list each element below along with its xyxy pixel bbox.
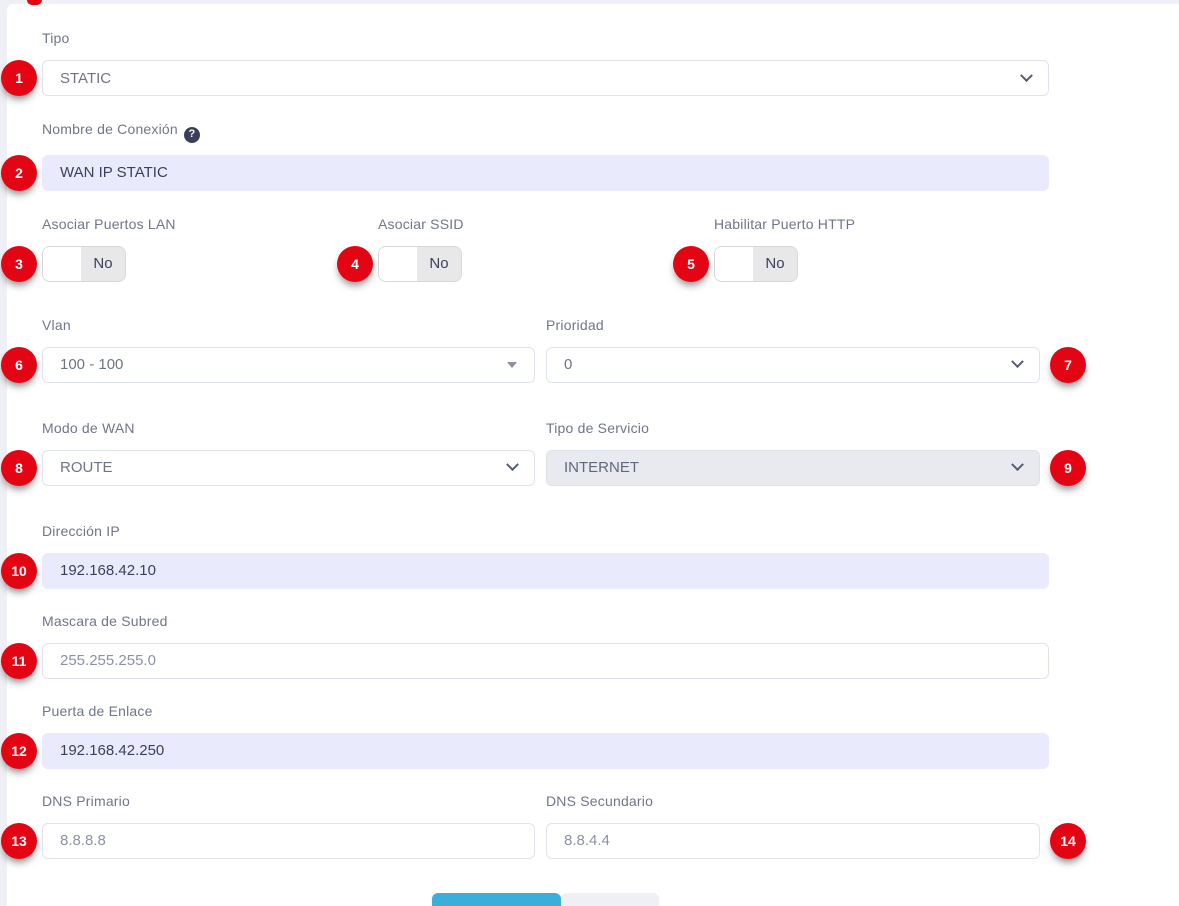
- modo-wan-select-value: ROUTE: [60, 459, 508, 476]
- dns-primario-input[interactable]: [42, 823, 535, 859]
- puerta-enlace-label: Puerta de Enlace: [42, 702, 1049, 721]
- mascara-subred-input[interactable]: [42, 643, 1049, 679]
- annotation-badge-9: 9: [1050, 450, 1086, 486]
- dns-row: DNS Primario 13 DNS Secundario 14: [42, 792, 1049, 859]
- help-circle-icon[interactable]: ?: [184, 127, 200, 143]
- field-group-tipo-servicio: Tipo de Servicio 9 INTERNET: [546, 419, 1040, 486]
- annotation-badge-14: 14: [1050, 823, 1086, 859]
- chevron-down-icon: [1020, 69, 1033, 82]
- toggle-state-label: No: [81, 247, 125, 281]
- annotation-badge-8: 8: [1, 450, 37, 486]
- field-group-dns-secundario: DNS Secundario 14: [546, 792, 1040, 859]
- toggle-group-http: Habilitar Puerto HTTP 5 No: [714, 215, 1049, 282]
- modo-wan-select[interactable]: ROUTE: [42, 450, 535, 486]
- prioridad-label: Prioridad: [546, 316, 1040, 335]
- asociar-lan-label: Asociar Puertos LAN: [42, 215, 378, 234]
- mascara-label: Mascara de Subred: [42, 612, 1049, 631]
- field-group-mascara: Mascara de Subred 11: [42, 612, 1049, 679]
- prioridad-select[interactable]: 0: [546, 347, 1040, 383]
- modo-servicio-row: Modo de WAN 8 ROUTE Tipo de Servicio 9 I…: [42, 419, 1049, 486]
- asociar-ssid-toggle[interactable]: No: [378, 246, 462, 282]
- nombre-label-text: Nombre de Conexión: [42, 121, 178, 137]
- annotation-badge-11: 11: [1, 643, 37, 679]
- field-group-tipo: Tipo 1 STATIC: [42, 29, 1049, 96]
- modo-wan-label: Modo de WAN: [42, 419, 535, 438]
- prioridad-select-value: 0: [564, 356, 1013, 373]
- annotation-badge-10: 10: [1, 553, 37, 589]
- toggle-handle: [715, 247, 753, 281]
- nombre-label: Nombre de Conexión?: [42, 120, 1049, 143]
- tipo-label: Tipo: [42, 29, 1049, 48]
- vlan-label: Vlan: [42, 316, 535, 335]
- cancelar-button[interactable]: Cancelar: [561, 893, 659, 906]
- field-group-nombre: Nombre de Conexión? 2: [42, 120, 1049, 191]
- field-group-puerta-enlace: Puerta de Enlace 12: [42, 702, 1049, 769]
- direccion-ip-input[interactable]: [42, 553, 1049, 589]
- annotation-badge-12: 12: [1, 733, 37, 769]
- habilitar-http-toggle[interactable]: No: [714, 246, 798, 282]
- toggle-group-lan: Asociar Puertos LAN 3 No: [42, 215, 378, 282]
- annotation-badge-2: 2: [1, 155, 37, 191]
- chevron-down-icon: [506, 458, 519, 471]
- toggles-row: Asociar Puertos LAN 3 No Asociar SSID 4 …: [42, 215, 1049, 282]
- annotation-badge-6: 6: [1, 347, 37, 383]
- vlan-prioridad-row: Vlan 6 100 - 100 Prioridad 7 0: [42, 316, 1049, 383]
- field-group-vlan: Vlan 6 100 - 100: [42, 316, 535, 383]
- wan-form-card: Tipo 1 STATIC Nombre de Conexión? 2 Asoc…: [7, 4, 1179, 906]
- annotation-badge-4: 4: [337, 246, 373, 282]
- vlan-select[interactable]: 100 - 100: [42, 347, 535, 383]
- form-actions: Crear Wan IP Cancelar: [42, 893, 1049, 906]
- dns-secundario-label: DNS Secundario: [546, 792, 1040, 811]
- dns-secundario-input[interactable]: [546, 823, 1040, 859]
- tipo-servicio-select: INTERNET: [546, 450, 1040, 486]
- asociar-ssid-label: Asociar SSID: [378, 215, 714, 234]
- annotation-badge-5: 5: [673, 246, 709, 282]
- field-group-prioridad: Prioridad 7 0: [546, 316, 1040, 383]
- annotation-badge-7: 7: [1050, 347, 1086, 383]
- toggle-state-label: No: [417, 247, 461, 281]
- toggle-handle: [43, 247, 81, 281]
- crear-wan-ip-button[interactable]: Crear Wan IP: [432, 893, 560, 906]
- asociar-lan-toggle[interactable]: No: [42, 246, 126, 282]
- vlan-select-value: 100 - 100: [60, 356, 507, 373]
- field-group-dns-primario: DNS Primario 13: [42, 792, 535, 859]
- annotation-badge-1: 1: [1, 60, 37, 96]
- direccion-ip-label: Dirección IP: [42, 522, 1049, 541]
- toggle-state-label: No: [753, 247, 797, 281]
- nombre-conexion-input[interactable]: [42, 155, 1049, 191]
- puerta-enlace-input[interactable]: [42, 733, 1049, 769]
- chevron-down-icon: [1011, 458, 1024, 471]
- field-group-direccion-ip: Dirección IP 10: [42, 522, 1049, 589]
- annotation-badge-13: 13: [1, 823, 37, 859]
- toggle-group-ssid: Asociar SSID 4 No: [378, 215, 714, 282]
- dns-primario-label: DNS Primario: [42, 792, 535, 811]
- tipo-select[interactable]: STATIC: [42, 60, 1049, 96]
- annotation-badge-3: 3: [1, 246, 37, 282]
- toggle-handle: [379, 247, 417, 281]
- tipo-select-value: STATIC: [60, 70, 1022, 87]
- habilitar-http-label: Habilitar Puerto HTTP: [714, 215, 1049, 234]
- field-group-modo-wan: Modo de WAN 8 ROUTE: [42, 419, 535, 486]
- tipo-servicio-label: Tipo de Servicio: [546, 419, 1040, 438]
- caret-down-icon: [507, 362, 517, 368]
- tipo-servicio-select-value: INTERNET: [564, 459, 1013, 476]
- chevron-down-icon: [1011, 355, 1024, 368]
